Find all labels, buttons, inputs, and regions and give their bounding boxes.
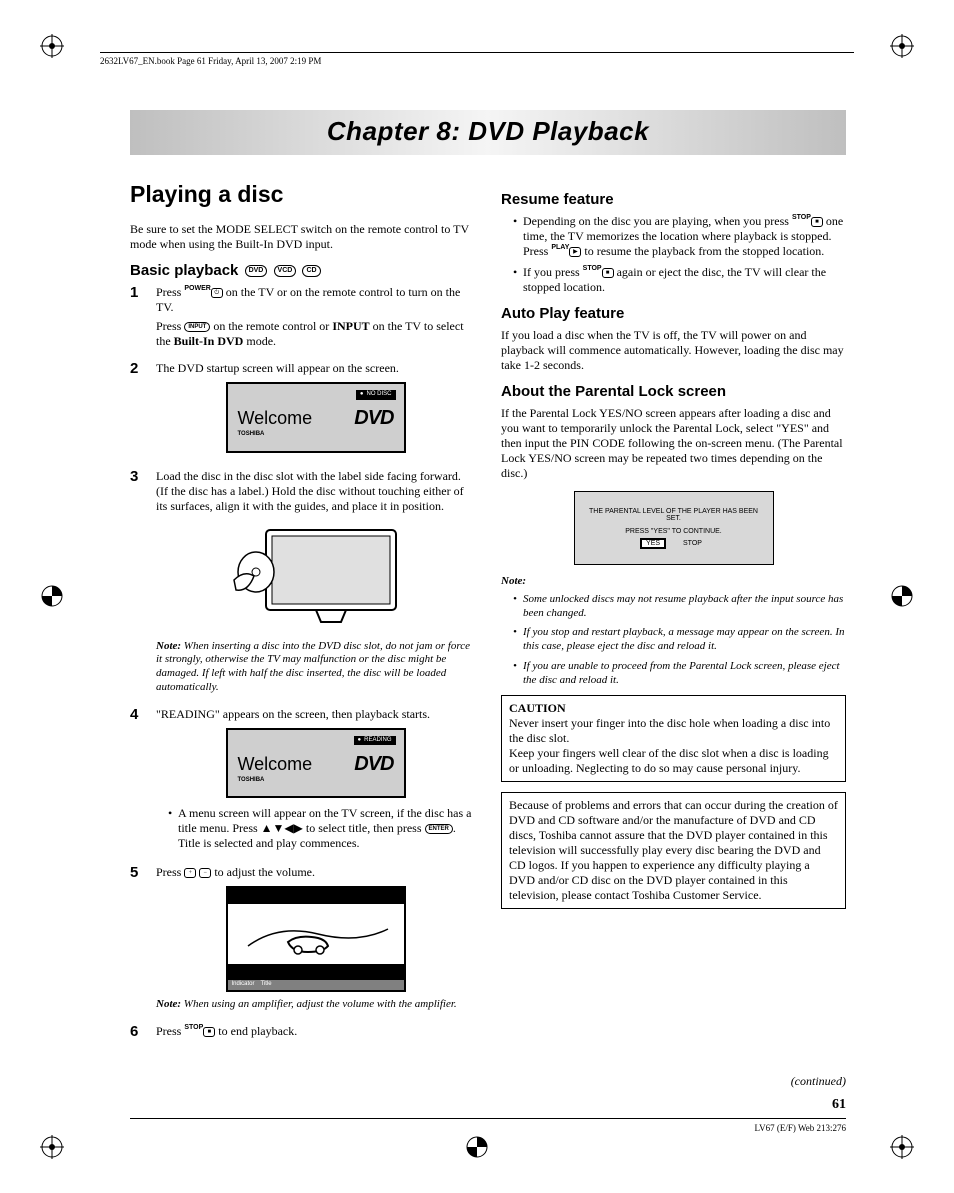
caution-box: CAUTION Never insert your finger into th…: [501, 695, 846, 782]
crop-mark-icon: [40, 1135, 64, 1159]
stop-key-icon: STOP: [184, 1024, 203, 1031]
crop-mark-icon: [40, 34, 64, 58]
arrow-keys-icon: ▲▼◀▶: [261, 821, 303, 835]
play-key-icon: PLAY: [551, 244, 569, 251]
resume-bullet-1: Depending on the disc you are playing, w…: [513, 214, 846, 259]
parental-yes-button: YES: [641, 539, 665, 548]
note-item: Some unlocked discs may not resume playb…: [513, 593, 846, 621]
chapter-title: Chapter 8: DVD Playback: [130, 116, 846, 147]
step-4-bullet: A menu screen will appear on the TV scre…: [168, 806, 475, 851]
dvd-badge-icon: DVD: [245, 265, 268, 277]
note-item: If you stop and restart playback, a mess…: [513, 626, 846, 654]
dvd-logo-icon: DVD: [354, 752, 393, 777]
step-1: Press POWER⏻ on the TV or on the remote …: [130, 285, 475, 353]
intro-text: Be sure to set the MODE SELECT switch on…: [130, 222, 475, 252]
crop-mark-icon: [890, 34, 914, 58]
stop-key-icon: STOP: [792, 214, 811, 221]
basic-playback-heading: Basic playback DVD VCD CD: [130, 262, 475, 279]
playback-scene-illustration: IndicatorTitle: [226, 886, 406, 992]
input-key-icon: INPUT: [184, 322, 210, 332]
step-2: The DVD startup screen will appear on th…: [130, 361, 475, 461]
step-6: Press STOP■ to end playback.: [130, 1024, 475, 1043]
resume-feature-heading: Resume feature: [501, 191, 846, 208]
crop-mark-icon: [465, 1135, 489, 1159]
autoplay-heading: Auto Play feature: [501, 305, 846, 322]
chapter-banner: Chapter 8: DVD Playback: [130, 110, 846, 155]
note-label: Note:: [501, 575, 526, 587]
crop-mark-icon: [890, 584, 914, 608]
footer-info: LV67 (E/F) Web 213:276: [130, 1118, 846, 1133]
parental-stop-button: STOP: [679, 540, 706, 547]
stop-key-icon: STOP: [583, 265, 602, 272]
dvd-reading-screen: ●READING Welcome DVD TOSHIBA: [226, 728, 406, 799]
dvd-startup-screen: ●NO DISC Welcome DVD TOSHIBA: [226, 382, 406, 453]
step-5: Press + − to adjust the volume.: [130, 865, 475, 1016]
power-key-icon: POWER: [184, 285, 210, 292]
disclaimer-box: Because of problems and errors that can …: [501, 792, 846, 909]
step-4: "READING" appears on the screen, then pl…: [130, 707, 475, 858]
header-print-info: 2632LV67_EN.book Page 61 Friday, April 1…: [100, 52, 854, 66]
vol-up-key-icon: +: [184, 868, 196, 878]
autoplay-text: If you load a disc when the TV is off, t…: [501, 328, 846, 373]
step-3: Load the disc in the disc slot with the …: [130, 469, 475, 699]
note-item: If you are unable to proceed from the Pa…: [513, 660, 846, 688]
parental-lock-screen: THE PARENTAL LEVEL OF THE PLAYER HAS BEE…: [574, 491, 774, 565]
cd-badge-icon: CD: [302, 265, 320, 277]
vcd-badge-icon: VCD: [274, 265, 297, 277]
continued-label: (continued): [791, 1074, 846, 1089]
crop-mark-icon: [890, 1135, 914, 1159]
page-number: 61: [832, 1097, 846, 1113]
section-title-playing-disc: Playing a disc: [130, 181, 475, 208]
step-5-note: Note: When using an amplifier, adjust th…: [156, 998, 475, 1012]
tv-disc-insert-illustration: [226, 520, 406, 634]
parental-lock-text: If the Parental Lock YES/NO screen appea…: [501, 406, 846, 481]
step-3-note: Note: When inserting a disc into the DVD…: [156, 640, 475, 695]
resume-bullet-2: If you press STOP■ again or eject the di…: [513, 265, 846, 295]
crop-mark-icon: [40, 584, 64, 608]
enter-key-icon: ENTER: [425, 824, 453, 834]
parental-lock-heading: About the Parental Lock screen: [501, 383, 846, 400]
dvd-logo-icon: DVD: [354, 406, 393, 431]
vol-down-key-icon: −: [199, 868, 211, 878]
